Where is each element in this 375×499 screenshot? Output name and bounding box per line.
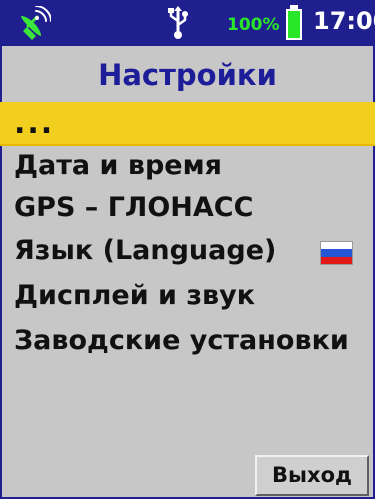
- menu-item-label: Дисплей и звук: [14, 280, 256, 311]
- exit-button[interactable]: Выход: [255, 455, 369, 496]
- menu-item-language[interactable]: Язык (Language): [0, 230, 375, 272]
- flag-red-stripe: [321, 256, 352, 264]
- battery-icon: [286, 5, 302, 40]
- flag-blue-stripe: [321, 249, 352, 257]
- clock-time: 17:00: [313, 7, 375, 35]
- menu-item-display-sound[interactable]: Дисплей и звук: [0, 275, 375, 317]
- status-bar: 100% 17:00: [0, 0, 375, 46]
- russian-flag-icon: [320, 241, 353, 265]
- menu-item-date-time[interactable]: Дата и время: [0, 145, 375, 187]
- menu-item-back[interactable]: ...: [0, 102, 375, 146]
- satellite-dish-icon: [21, 6, 51, 40]
- menu-item-label: Язык (Language): [14, 235, 277, 266]
- menu-item-factory-settings[interactable]: Заводские установки: [0, 320, 375, 362]
- menu-item-gps-glonass[interactable]: GPS – ГЛОНАСС: [0, 187, 375, 229]
- settings-panel: Настройки ... Дата и время GPS – ГЛОНАСС…: [0, 46, 375, 499]
- settings-menu: ... Дата и время GPS – ГЛОНАСС Язык (Lan…: [0, 100, 375, 450]
- settings-screen: 100% 17:00 Настройки ... Дата и время GP…: [0, 0, 375, 499]
- page-title: Настройки: [98, 58, 277, 92]
- menu-item-label: Заводские установки: [14, 325, 349, 356]
- usb-icon: [168, 6, 188, 39]
- flag-white-stripe: [321, 242, 352, 250]
- menu-item-label: Дата и время: [14, 150, 222, 181]
- menu-item-label: GPS – ГЛОНАСС: [14, 192, 254, 223]
- menu-item-label: ...: [14, 106, 55, 141]
- battery-percent: 100%: [227, 15, 280, 35]
